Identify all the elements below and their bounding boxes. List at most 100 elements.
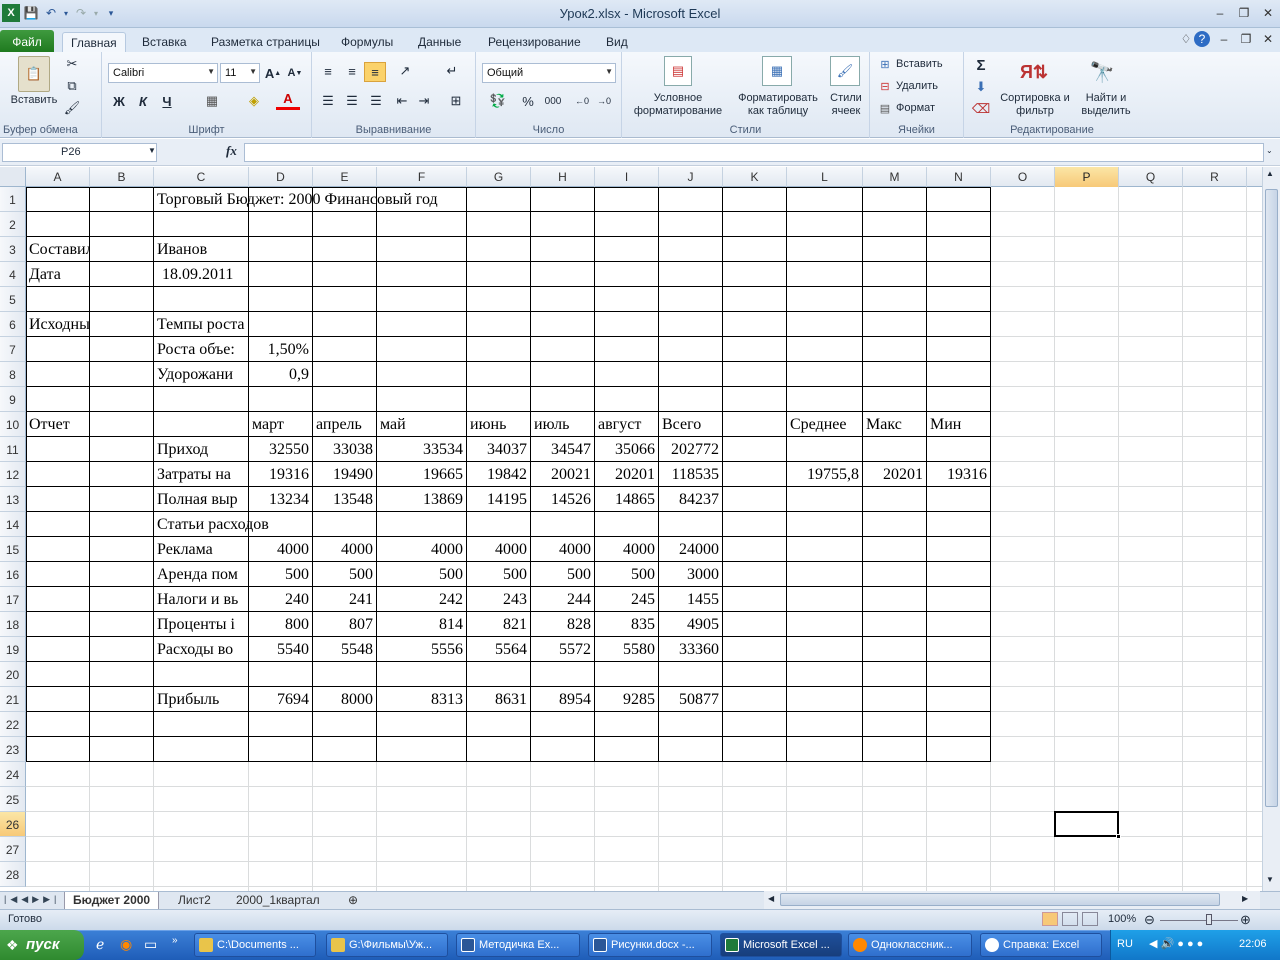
cell-c18[interactable]: Проценты і xyxy=(154,612,248,636)
cell-h13[interactable]: 14526 xyxy=(531,487,594,511)
cell-c11[interactable]: Приход xyxy=(154,437,248,461)
cell-a10[interactable]: Отчет xyxy=(26,412,89,436)
cell-e21[interactable]: 8000 xyxy=(313,687,376,711)
tab-view[interactable]: Вид xyxy=(598,32,636,52)
row-header-3[interactable]: 3 xyxy=(0,237,26,262)
cell-d7[interactable]: 1,50% xyxy=(249,337,312,361)
font-color-icon[interactable]: A xyxy=(276,90,300,110)
row-header-2[interactable]: 2 xyxy=(0,212,26,237)
merge-center-icon[interactable]: ⊞ xyxy=(444,92,468,110)
zoom-slider-thumb[interactable] xyxy=(1206,914,1212,925)
scroll-up-icon[interactable]: ▲ xyxy=(1266,169,1274,178)
name-box-dropdown-icon[interactable]: ▼ xyxy=(148,146,156,155)
row-header-22[interactable]: 22 xyxy=(0,712,26,737)
scroll-down-icon[interactable]: ▼ xyxy=(1266,875,1274,884)
normal-view-icon[interactable] xyxy=(1042,912,1058,926)
cell-g11[interactable]: 34037 xyxy=(467,437,530,461)
cell-n10[interactable]: Мин xyxy=(927,412,990,436)
cell-j21[interactable]: 50877 xyxy=(659,687,722,711)
column-header-r[interactable]: R xyxy=(1183,167,1247,187)
row-header-9[interactable]: 9 xyxy=(0,387,26,412)
page-layout-view-icon[interactable] xyxy=(1062,912,1078,926)
sheet-tab-list2[interactable]: Лист2 xyxy=(170,892,219,910)
row-header-17[interactable]: 17 xyxy=(0,587,26,612)
row-header-4[interactable]: 4 xyxy=(0,262,26,287)
column-header-l[interactable]: L xyxy=(787,167,863,187)
cell-d17[interactable]: 240 xyxy=(249,587,312,611)
thousands-button[interactable]: 000 xyxy=(542,92,564,110)
cell-d18[interactable]: 800 xyxy=(249,612,312,636)
cell-j11[interactable]: 202772 xyxy=(659,437,722,461)
row-header-28[interactable]: 28 xyxy=(0,862,26,887)
tab-data[interactable]: Данные xyxy=(410,32,469,52)
tab-review[interactable]: Рецензирование xyxy=(480,32,589,52)
autosum-icon[interactable]: Σ xyxy=(972,56,990,74)
cell-i18[interactable]: 835 xyxy=(595,612,658,636)
cell-d12[interactable]: 19316 xyxy=(249,462,312,486)
decrease-indent-icon[interactable]: ⇤ xyxy=(392,92,412,110)
cell-c12[interactable]: Затраты на xyxy=(154,462,248,486)
row-header-12[interactable]: 12 xyxy=(0,462,26,487)
wrap-text-icon[interactable]: ↵ xyxy=(442,62,462,80)
align-right-icon[interactable]: ☰ xyxy=(366,92,386,110)
column-header-a[interactable]: A xyxy=(26,167,90,187)
doc-minimize-icon[interactable]: ‒ xyxy=(1214,31,1234,47)
font-size-combo[interactable]: 11 ▼ xyxy=(220,63,260,83)
vertical-scrollbar[interactable]: ▲ ▼ xyxy=(1262,167,1280,891)
task-help[interactable]: Справка: Excel xyxy=(980,933,1102,957)
row-header-8[interactable]: 8 xyxy=(0,362,26,387)
row-header-16[interactable]: 16 xyxy=(0,562,26,587)
tab-page-layout[interactable]: Разметка страницы xyxy=(203,32,328,52)
cell-d11[interactable]: 32550 xyxy=(249,437,312,461)
cell-f15[interactable]: 4000 xyxy=(377,537,466,561)
cell-j19[interactable]: 33360 xyxy=(659,637,722,661)
zoom-slider[interactable] xyxy=(1160,920,1238,921)
show-desktop-icon[interactable]: ▭ xyxy=(144,936,162,954)
cell-f13[interactable]: 13869 xyxy=(377,487,466,511)
task-films[interactable]: G:\Фильмы\Уж... xyxy=(326,933,448,957)
row-header-1[interactable]: 1 xyxy=(0,187,26,212)
column-header-h[interactable]: H xyxy=(531,167,595,187)
cell-d16[interactable]: 500 xyxy=(249,562,312,586)
cell-j10[interactable]: Всего xyxy=(659,412,722,436)
restore-icon[interactable]: ❐ xyxy=(1234,5,1254,21)
cell-e12[interactable]: 19490 xyxy=(313,462,376,486)
format-cells-button[interactable]: Формат xyxy=(896,102,962,115)
cell-c3[interactable]: Иванов xyxy=(154,237,248,261)
cell-e19[interactable]: 5548 xyxy=(313,637,376,661)
cell-e15[interactable]: 4000 xyxy=(313,537,376,561)
cell-c16[interactable]: Аренда пом xyxy=(154,562,248,586)
cell-l10[interactable]: Среднее xyxy=(787,412,862,436)
cell-f10[interactable]: май xyxy=(377,412,466,436)
format-table-button[interactable]: Форматировать как таблицу xyxy=(732,92,824,118)
cell-h19[interactable]: 5572 xyxy=(531,637,594,661)
sort-filter-button[interactable]: Сортировка и фильтр xyxy=(1000,92,1070,118)
cell-i11[interactable]: 35066 xyxy=(595,437,658,461)
cell-g19[interactable]: 5564 xyxy=(467,637,530,661)
cell-i13[interactable]: 14865 xyxy=(595,487,658,511)
column-header-i[interactable]: I xyxy=(595,167,659,187)
row-header-25[interactable]: 25 xyxy=(0,787,26,812)
cell-f19[interactable]: 5556 xyxy=(377,637,466,661)
cell-e11[interactable]: 33038 xyxy=(313,437,376,461)
copy-icon[interactable]: ⧉ xyxy=(64,78,80,94)
cell-h11[interactable]: 34547 xyxy=(531,437,594,461)
ribbon-minimize-icon[interactable]: ♢ xyxy=(1176,31,1196,47)
page-break-view-icon[interactable] xyxy=(1082,912,1098,926)
align-bottom-icon[interactable]: ≡ xyxy=(364,62,386,82)
cell-c1[interactable]: Торговый Бюджет: 2000 Финансовый год xyxy=(154,187,438,211)
font-name-combo[interactable]: Calibri ▼ xyxy=(108,63,218,83)
zoom-out-icon[interactable]: ⊖ xyxy=(1144,912,1155,928)
cell-styles-button[interactable]: Стили ячеек xyxy=(824,92,868,118)
currency-icon[interactable]: 💱 xyxy=(484,92,512,110)
expand-formula-icon[interactable]: ⌄ xyxy=(1266,146,1273,155)
bold-button[interactable]: Ж xyxy=(110,92,128,110)
delete-cells-button[interactable]: Удалить xyxy=(896,80,962,93)
task-excel[interactable]: Microsoft Excel ... xyxy=(720,933,842,957)
cell-f18[interactable]: 814 xyxy=(377,612,466,636)
paste-button[interactable]: Вставить xyxy=(4,94,64,107)
column-header-g[interactable]: G xyxy=(467,167,531,187)
cell-d10[interactable]: март xyxy=(249,412,312,436)
cell-e16[interactable]: 500 xyxy=(313,562,376,586)
format-table-icon[interactable]: ▦ xyxy=(762,56,792,86)
